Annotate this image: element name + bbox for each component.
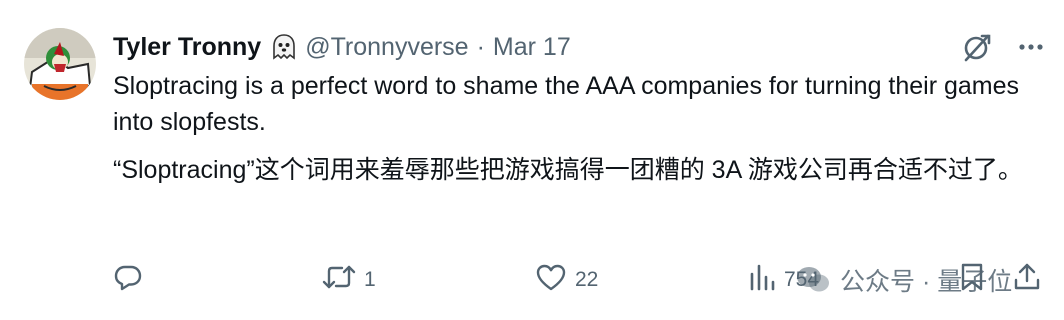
like-button[interactable]: 22	[535, 260, 598, 300]
wechat-icon	[796, 266, 830, 294]
ghost-icon	[269, 32, 299, 62]
separator-dot: ·	[476, 32, 485, 61]
avatar[interactable]	[24, 28, 96, 100]
heart-icon	[535, 262, 567, 298]
tweet-date[interactable]: Mar 17	[493, 33, 571, 62]
avatar-illustration-icon	[24, 28, 96, 100]
author-handle[interactable]: @Tronnyverse	[305, 33, 468, 62]
retweet-icon	[322, 262, 356, 298]
retweet-count: 1	[364, 268, 376, 291]
share-icon	[1013, 262, 1041, 298]
tweet-text-original: Sloptracing is a perfect word to shame t…	[113, 72, 1020, 136]
watermark-text: 公众号 · 量子位	[840, 268, 1013, 296]
more-icon[interactable]	[1018, 43, 1044, 51]
author-display-name[interactable]: Tyler Tronny	[113, 33, 261, 62]
like-count: 22	[575, 268, 599, 291]
share-button[interactable]	[1013, 260, 1041, 300]
tweet-body: Sloptracing is a perfect word to shame t…	[113, 68, 1048, 188]
tweet-text-translation: “Sloptracing”这个词用来羞辱那些把游戏搞得一团糟的 3A 游戏公司再…	[113, 156, 1023, 184]
grok-icon[interactable]	[960, 30, 994, 64]
reply-icon	[113, 262, 143, 298]
views-icon	[748, 262, 776, 298]
watermark: 公众号 · 量子位	[796, 262, 1012, 298]
tweet-top-actions	[960, 30, 1044, 64]
retweet-button[interactable]: 1	[322, 260, 376, 300]
tweet-header: Tyler Tronny @Tronnyverse · Mar 17	[113, 30, 571, 64]
reply-button[interactable]	[113, 260, 151, 300]
